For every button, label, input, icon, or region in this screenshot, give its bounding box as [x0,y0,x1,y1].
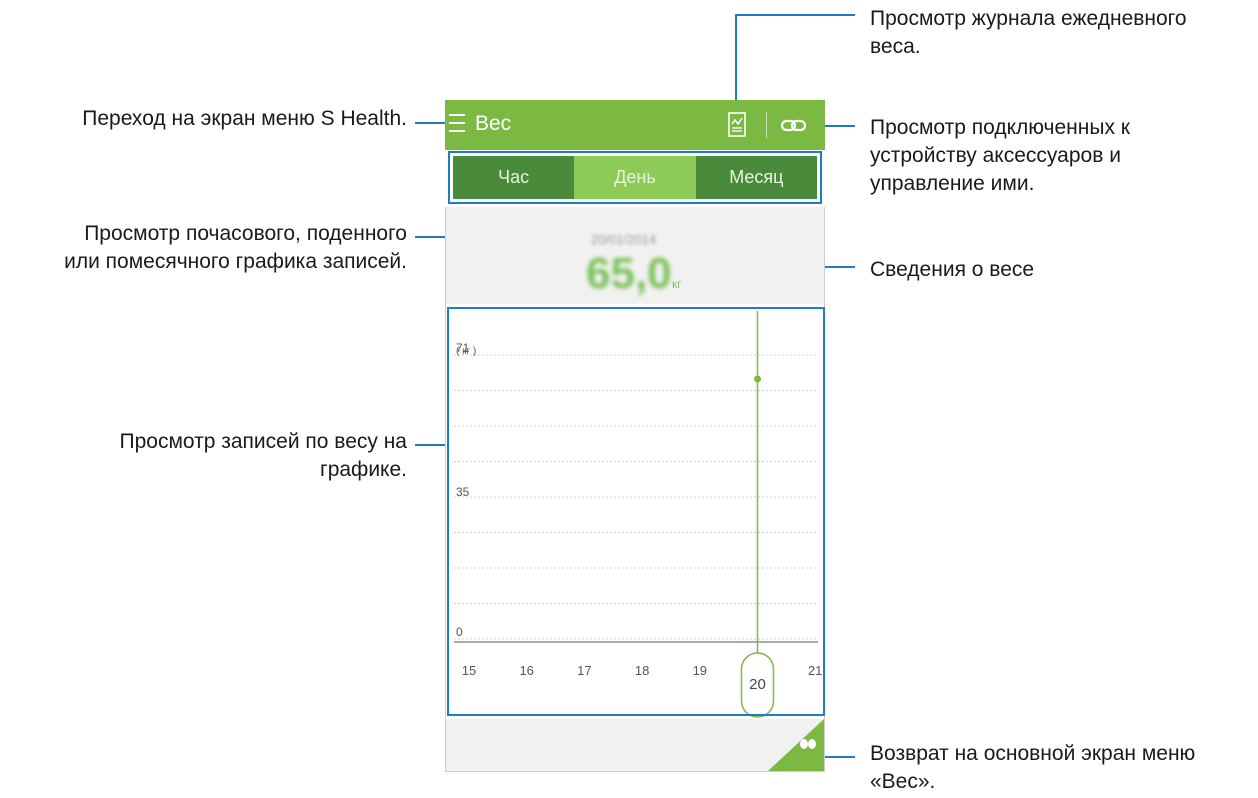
weight-date: 20/01/2014 [591,232,657,247]
annotation-tabs: Просмотр почасового, поденного или помес… [64,220,407,276]
weight-unit: кг [672,277,682,291]
weight-chart-area[interactable]: 0 35 71( кг ) 15 16 17 18 19 20 21 [445,304,825,719]
annotation-home: Возврат на основной экран меню «Вес». [870,740,1195,796]
log-chart-icon[interactable] [728,112,746,137]
annotation-home-line2: «Вес». [870,770,936,793]
tab-month[interactable]: Месяц [695,156,817,199]
scale-footprints-icon[interactable] [798,737,818,749]
period-tabs: Час День Месяц [448,151,822,204]
leader-line-home [820,756,855,758]
annotation-chart-line2: графике. [320,458,407,481]
weight-value: 65,0 [586,249,672,298]
app-title: Вес [475,112,512,135]
leader-line-log-vertical [735,14,737,112]
bottom-bar [445,719,825,772]
annotation-log-line1: Просмотр журнала ежедневного [870,7,1187,30]
annotation-weight-info: Сведения о весе [870,258,1035,281]
annotation-log: Просмотр журнала ежедневного веса. [870,5,1187,61]
leader-line-chart [415,444,447,446]
hamburger-menu-icon[interactable] [449,114,467,134]
tab-day[interactable]: День [574,156,696,199]
leader-line-log-horizontal [735,14,855,16]
weight-info-panel: 20/01/2014 65,0 кг [445,207,825,304]
chart-highlight-frame [447,307,825,716]
annotation-tabs-line2: или помесячного графика записей. [64,250,407,273]
annotation-tabs-line1: Просмотр почасового, поденного [84,222,407,245]
annotation-home-line1: Возврат на основной экран меню [870,742,1196,765]
annotation-log-line2: веса. [870,35,921,58]
annotation-chart-line1: Просмотр записей по весу на [119,430,408,453]
app-bar: Вес [445,100,825,150]
annotation-accessories: Просмотр подключенных к устройству аксес… [870,114,1130,198]
tab-hour[interactable]: Час [453,156,575,199]
annotation-menu: Переход на экран меню S Health. [82,107,407,130]
annotation-accessories-line2: устройству аксессуаров и [870,144,1121,167]
leader-line-menu [415,122,449,124]
annotation-accessories-line1: Просмотр подключенных к [870,116,1130,139]
annotation-chart: Просмотр записей по весу на графике. [120,428,408,484]
appbar-divider [766,112,767,138]
s-health-weight-screen: Вес Час День Месяц 20/01/2014 65,0 кг 03… [445,100,825,772]
annotation-accessories-line3: управление ими. [870,172,1035,195]
accessory-link-icon[interactable] [780,115,808,135]
